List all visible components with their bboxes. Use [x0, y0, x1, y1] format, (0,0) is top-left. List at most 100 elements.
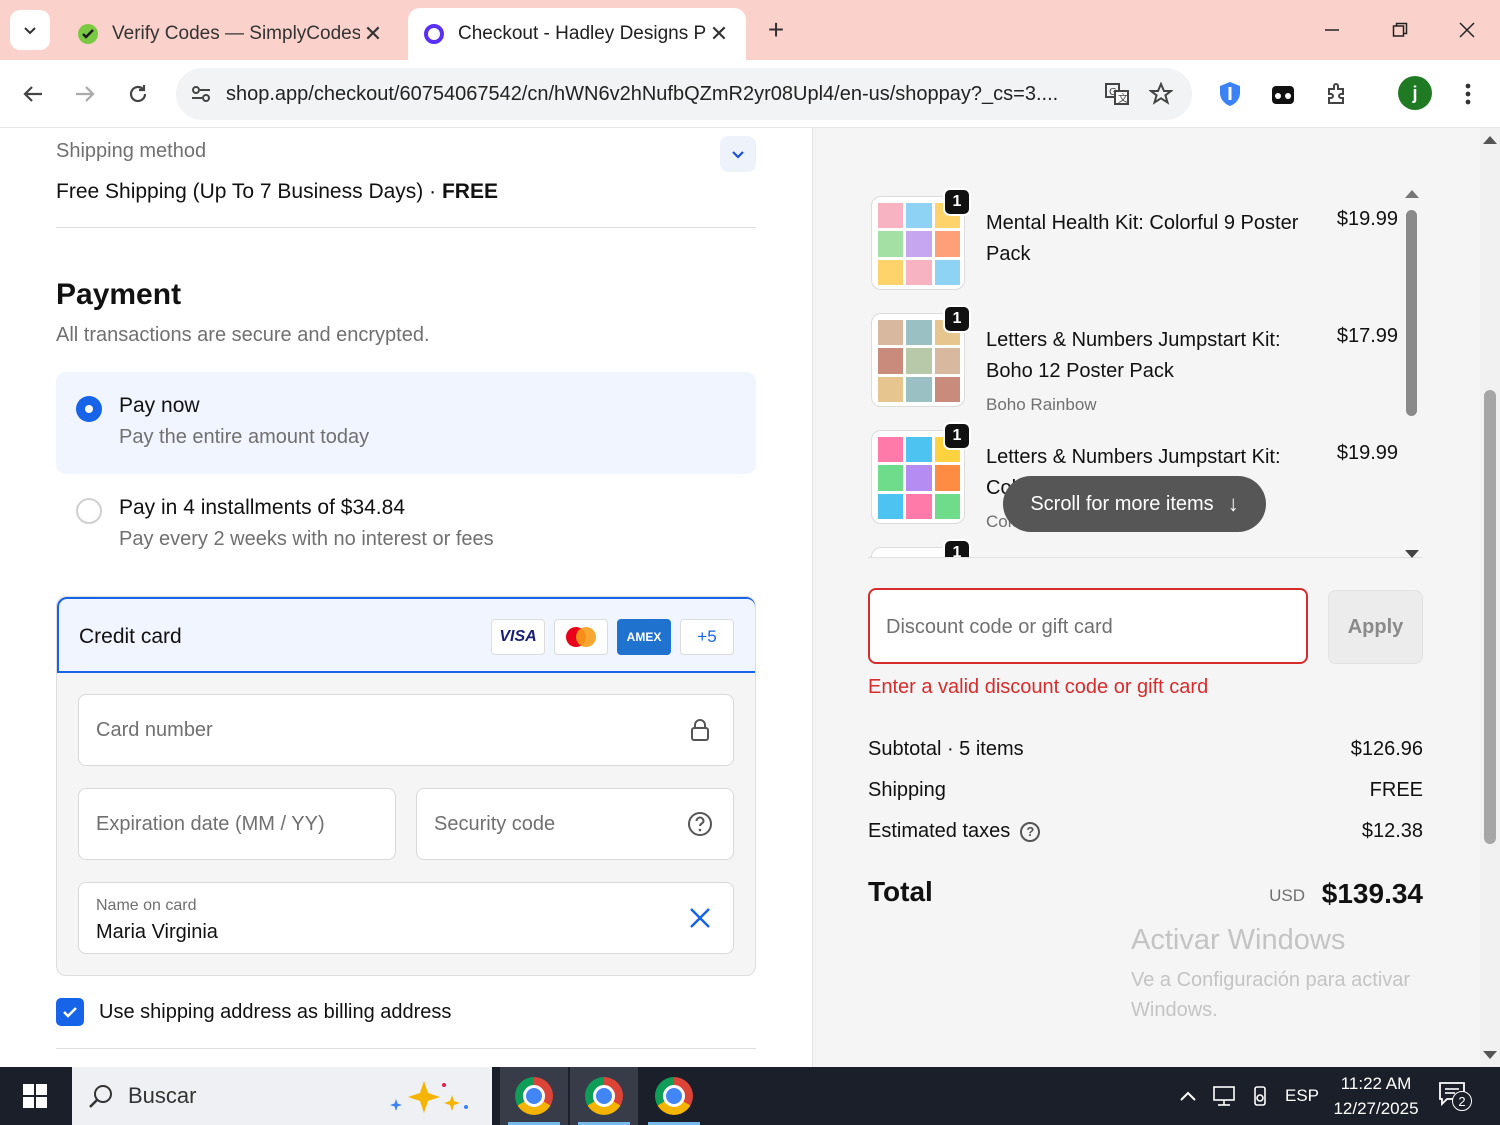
pay-now-option[interactable]: Pay now Pay the entire amount today	[56, 372, 756, 474]
billing-same-checkbox[interactable]	[56, 998, 84, 1026]
close-window-icon[interactable]	[1447, 10, 1487, 50]
arrow-down-icon: ↓	[1227, 491, 1239, 516]
page-scrollbar[interactable]	[1480, 128, 1500, 1067]
network-icon[interactable]	[1208, 1067, 1240, 1125]
kebab-menu-icon[interactable]	[1448, 74, 1488, 114]
cart-scrollbar-thumb[interactable]	[1406, 210, 1417, 416]
billing-same-checkbox-row[interactable]: Use shipping address as billing address	[56, 998, 451, 1026]
checkout-form-column: Shipping method Free Shipping (Up To 7 B…	[0, 128, 812, 1067]
credit-card-label: Credit card	[79, 625, 182, 648]
name-on-card-label: Name on card	[96, 897, 197, 914]
apply-discount-button[interactable]: Apply	[1328, 590, 1423, 664]
cart-scrollbar[interactable]	[1403, 186, 1419, 562]
extensions-puzzle-icon[interactable]	[1317, 74, 1357, 114]
total-currency: USD	[1269, 886, 1305, 905]
windows-start-button[interactable]	[0, 1067, 70, 1125]
new-tab-button[interactable]: +	[760, 14, 792, 46]
visa-icon: VISA	[491, 619, 545, 655]
address-bar[interactable]: shop.app/checkout/60754067542/cn/hWN6v2h…	[176, 68, 1192, 120]
taskbar-chrome-profile-m[interactable]	[500, 1067, 568, 1125]
product-name: Letters & Numbers Jumpstart Kit: Boho 12…	[986, 329, 1281, 382]
language-indicator[interactable]: ESP	[1282, 1067, 1322, 1125]
profile-avatar[interactable]: j	[1398, 76, 1432, 110]
question-circle-icon[interactable]: ?	[1020, 821, 1041, 842]
cart-item: 1 Letters & Numbers Jumpstart Kit: Boho …	[868, 305, 1408, 415]
cart-item: 1 Mental Health Kit: Colorful 9 Poster P…	[868, 188, 1408, 298]
shipping-method-value: Free Shipping (Up To 7 Business Days) · …	[56, 180, 498, 204]
shield-extension-icon[interactable]	[1210, 74, 1250, 114]
credit-card-header[interactable]: Credit card VISA AMEX +5	[57, 597, 755, 673]
total-row: Total USD $139.34	[868, 876, 1423, 916]
shipping-method-label: Shipping method	[56, 140, 207, 162]
notification-center-button[interactable]: 2	[1438, 1081, 1472, 1111]
taxes-row: Estimated taxes? $12.38	[868, 820, 1423, 843]
credit-card-panel: Credit card VISA AMEX +5 Card number Exp…	[56, 596, 756, 976]
incognito-extension-icon[interactable]	[1263, 74, 1303, 114]
name-on-card-value: Maria Virginia	[96, 921, 218, 943]
scroll-up-arrow[interactable]	[1483, 136, 1497, 144]
tab-simplycodes[interactable]: Verify Codes — SimplyCodes ✕	[62, 8, 400, 60]
windows-taskbar: Buscar ESP 11:22 AM 12/27/2025 2	[0, 1067, 1500, 1125]
forward-button[interactable]	[65, 74, 105, 114]
page-scrollbar-thumb[interactable]	[1484, 390, 1496, 844]
clear-icon[interactable]	[685, 903, 715, 933]
clock-time: 11:22 AM	[1340, 1074, 1412, 1093]
taxes-label: Estimated taxes	[868, 820, 1011, 842]
chrome-icon	[515, 1077, 553, 1115]
speaker-icon[interactable]	[1244, 1067, 1276, 1125]
scroll-for-more-button[interactable]: Scroll for more items ↓	[1003, 476, 1266, 532]
minimize-icon[interactable]	[1312, 10, 1352, 50]
tab-checkout[interactable]: Checkout - Hadley Designs Prel ✕	[408, 8, 746, 60]
total-value: $139.34	[1321, 878, 1423, 909]
discount-code-input[interactable]	[886, 612, 1286, 642]
taskbar-chrome-profile-j[interactable]	[570, 1067, 638, 1125]
arrow-left-icon	[23, 86, 42, 102]
translate-icon[interactable]: G文	[1100, 77, 1134, 111]
clock-date: 12/27/2025	[1333, 1099, 1419, 1118]
discount-code-field[interactable]	[868, 588, 1308, 664]
question-circle-icon[interactable]	[685, 809, 715, 839]
pay-now-radio[interactable]	[76, 396, 102, 422]
pay-now-description: Pay the entire amount today	[119, 426, 370, 448]
quantity-badge: 1	[943, 188, 971, 216]
chevron-down-icon	[732, 151, 744, 159]
mastercard-icon	[554, 619, 608, 655]
divider	[56, 1048, 756, 1049]
card-number-field[interactable]: Card number	[78, 694, 734, 766]
browser-tab-strip: Verify Codes — SimplyCodes ✕ Checkout - …	[0, 0, 1500, 60]
security-code-field[interactable]: Security code	[416, 788, 734, 860]
taskbar-chrome-profile-3[interactable]	[640, 1067, 708, 1125]
scroll-down-arrow[interactable]	[1405, 550, 1419, 558]
product-variant: Boho Rainbow	[986, 395, 1097, 414]
installments-radio[interactable]	[76, 498, 102, 524]
security-code-placeholder: Security code	[434, 813, 556, 835]
taskbar-clock[interactable]: 11:22 AM 12/27/2025	[1328, 1071, 1424, 1121]
show-hidden-icons-chevron-icon[interactable]	[1172, 1067, 1204, 1125]
card-number-placeholder: Card number	[96, 719, 213, 741]
scroll-up-arrow[interactable]	[1405, 190, 1419, 198]
scroll-for-more-label: Scroll for more items	[1030, 492, 1214, 515]
name-on-card-field[interactable]: Name on card Maria Virginia	[78, 882, 734, 954]
reload-button[interactable]	[118, 74, 158, 114]
expiration-date-field[interactable]: Expiration date (MM / YY)	[78, 788, 396, 860]
bookmark-star-icon[interactable]	[1144, 77, 1178, 111]
tab-search-button[interactable]	[10, 10, 50, 50]
shop-icon	[422, 22, 446, 46]
taskbar-search-box[interactable]: Buscar	[72, 1067, 492, 1125]
tab-title: Checkout - Hadley Designs Prel	[458, 23, 706, 44]
close-tab-icon[interactable]: ✕	[360, 21, 386, 47]
scroll-down-arrow[interactable]	[1483, 1051, 1497, 1059]
back-button[interactable]	[13, 74, 53, 114]
total-label: Total	[868, 876, 933, 907]
site-settings-icon[interactable]	[190, 83, 212, 105]
product-name: Mental Health Kit: Colorful 9 Poster Pac…	[986, 212, 1299, 265]
shipping-method-toggle[interactable]	[720, 136, 756, 172]
subtotal-row: Subtotal · 5 items $126.96	[868, 738, 1423, 761]
installments-option[interactable]: Pay in 4 installments of $34.84 Pay ever…	[56, 474, 756, 576]
watermark-subtitle: Ve a Configuración para activar Windows.	[1131, 969, 1411, 1021]
notification-count-badge: 2	[1452, 1091, 1472, 1111]
restore-icon[interactable]	[1380, 10, 1420, 50]
discount-error-message: Enter a valid discount code or gift card	[868, 676, 1209, 698]
subtotal-label: Subtotal · 5 items	[868, 738, 1024, 760]
close-tab-icon[interactable]: ✕	[706, 21, 732, 47]
